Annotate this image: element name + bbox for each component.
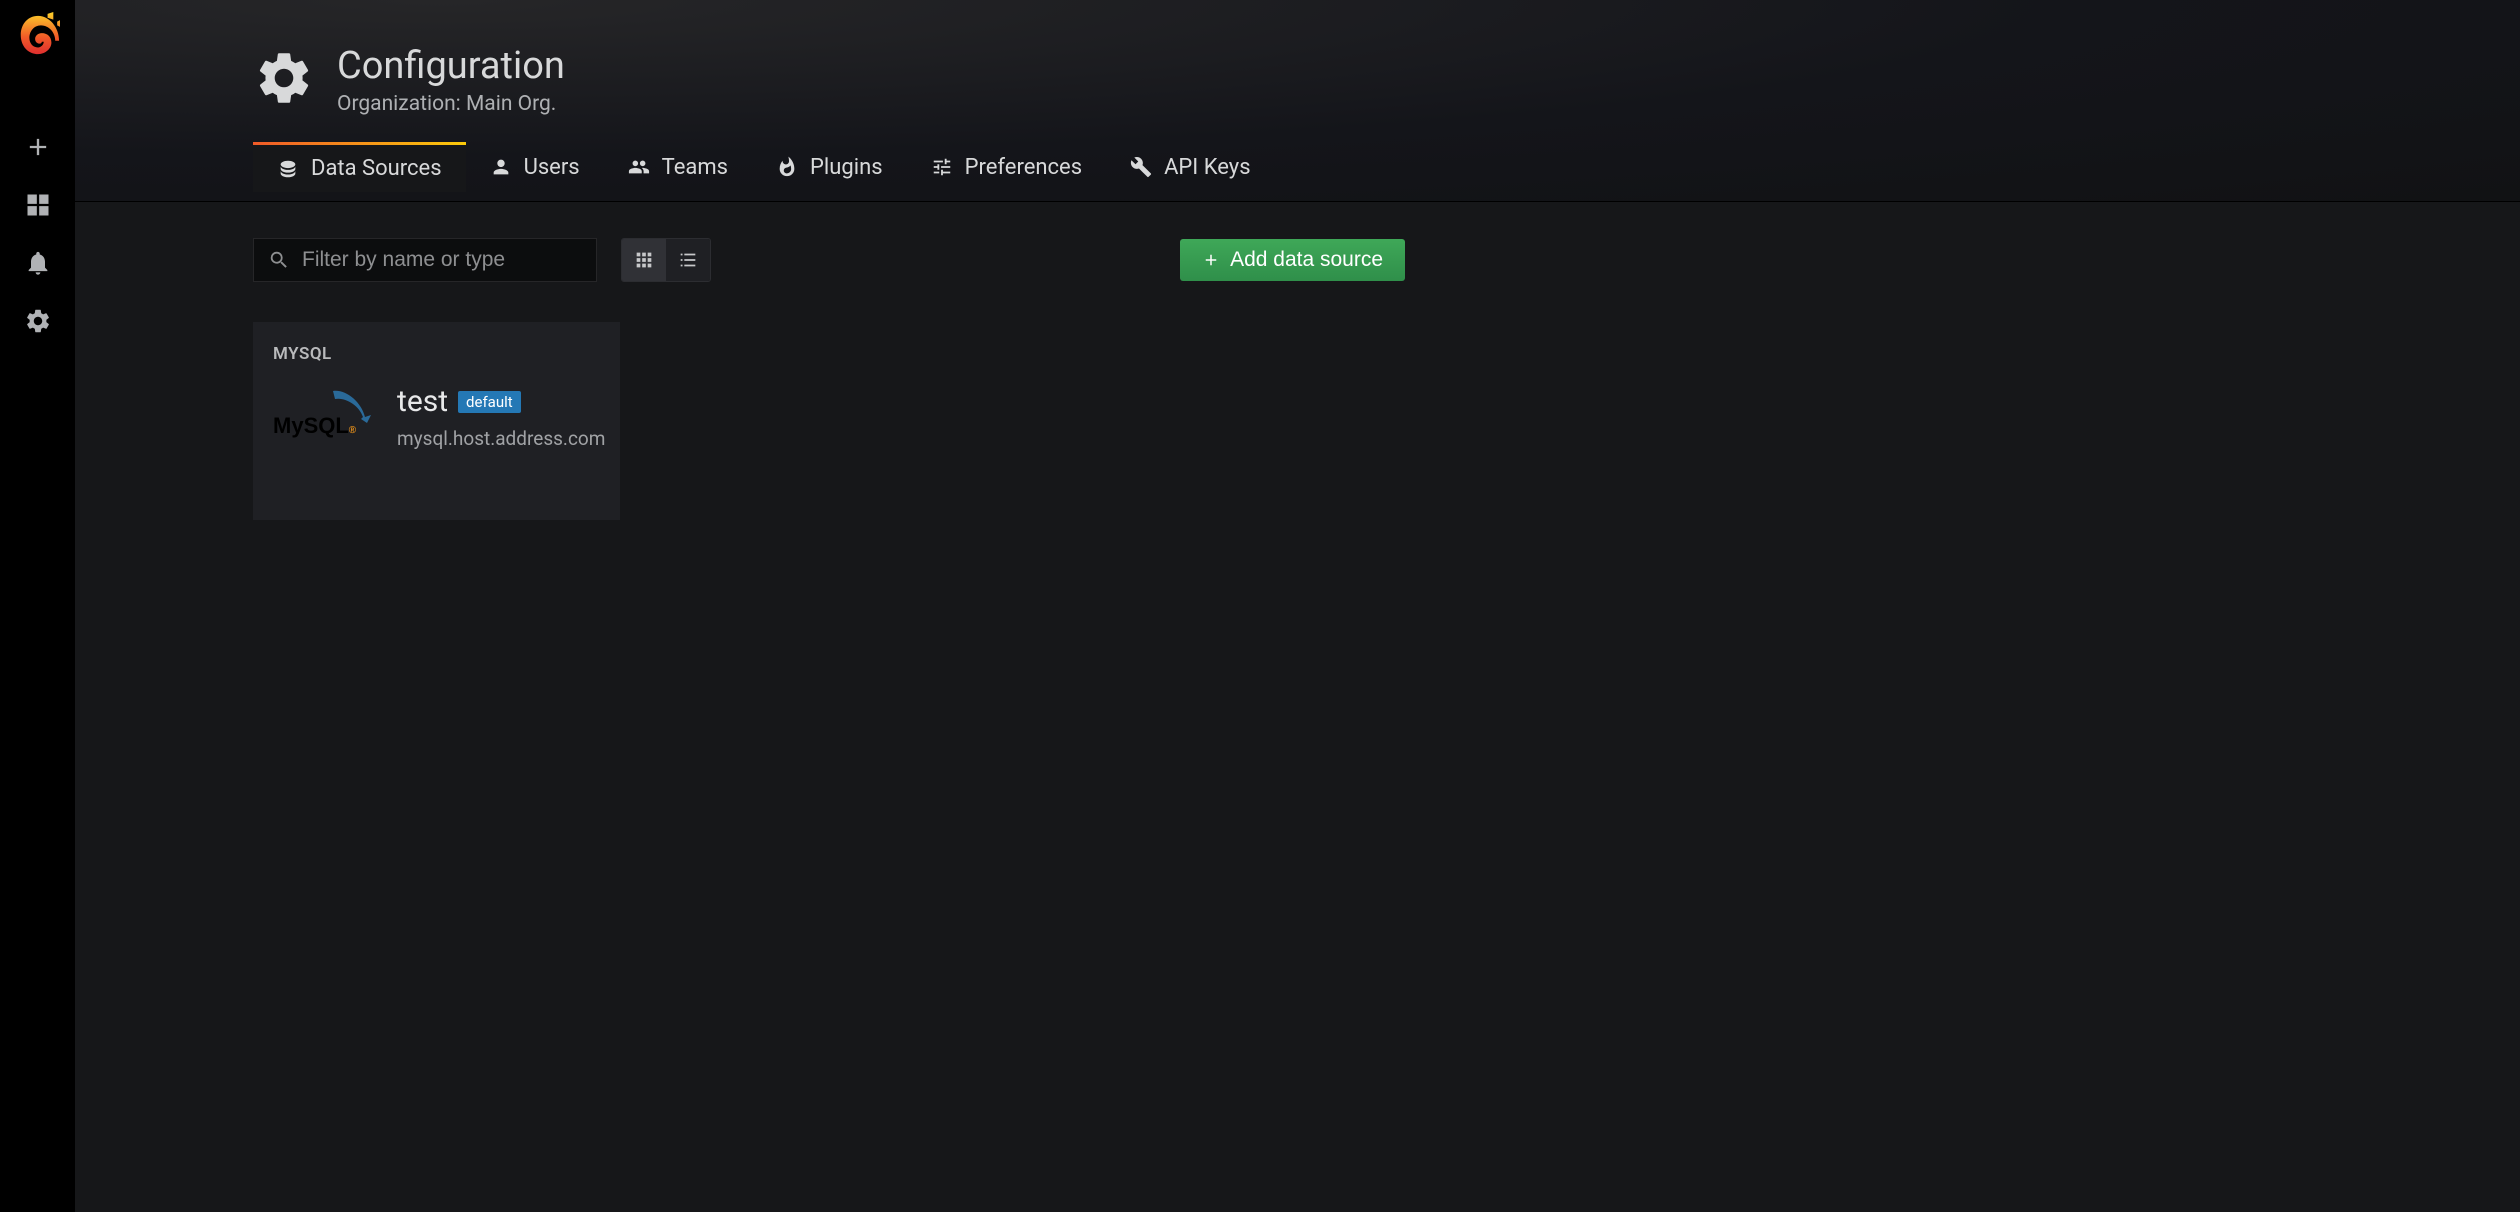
datasource-cards: MYSQL MySQL® test default mysql.host. — [253, 322, 2342, 520]
gear-icon — [253, 47, 315, 113]
sidebar-configuration[interactable] — [0, 292, 75, 350]
page-header: Configuration Organization: Main Org. Da… — [75, 0, 2520, 202]
main: Configuration Organization: Main Org. Da… — [75, 0, 2520, 1212]
datasource-kind: MYSQL — [273, 344, 600, 364]
tab-label: Data Sources — [311, 156, 442, 181]
add-data-source-button[interactable]: Add data source — [1180, 239, 1405, 281]
tab-label: Teams — [662, 155, 728, 180]
search-icon — [268, 249, 290, 271]
users-icon — [628, 156, 650, 178]
add-button-label: Add data source — [1230, 248, 1383, 272]
datasource-url: mysql.host.address.com — [397, 427, 605, 450]
mysql-logo: MySQL® — [273, 385, 377, 449]
toolbar: Add data source — [253, 238, 1405, 282]
bell-icon — [24, 249, 52, 277]
grid-icon — [633, 249, 655, 271]
content: Add data source MYSQL MySQL® test — [75, 202, 2520, 1212]
page-title: Configuration — [337, 44, 565, 88]
tabs: Data Sources Users Teams Plugins Prefere… — [253, 142, 2520, 192]
database-icon — [277, 158, 299, 180]
tab-label: Users — [524, 155, 580, 180]
tab-label: API Keys — [1164, 155, 1251, 180]
tab-plugins[interactable]: Plugins — [752, 142, 907, 192]
apps-icon — [24, 191, 52, 219]
page-subtitle: Organization: Main Org. — [337, 92, 565, 116]
view-toggle — [621, 238, 711, 282]
grafana-logo[interactable] — [15, 12, 61, 58]
tab-label: Plugins — [810, 155, 883, 180]
view-grid-button[interactable] — [622, 239, 666, 281]
tab-preferences[interactable]: Preferences — [907, 142, 1106, 192]
tab-teams[interactable]: Teams — [604, 142, 752, 192]
key-icon — [1130, 156, 1152, 178]
user-icon — [490, 156, 512, 178]
sliders-icon — [931, 156, 953, 178]
gear-icon — [24, 307, 52, 335]
svg-text:MySQL®: MySQL® — [273, 413, 357, 438]
sidebar-add[interactable] — [0, 118, 75, 176]
sidebar — [0, 0, 75, 1212]
plug-icon — [776, 156, 798, 178]
list-icon — [677, 249, 699, 271]
datasource-name: test — [397, 384, 448, 419]
tab-data-sources[interactable]: Data Sources — [253, 142, 466, 192]
tab-users[interactable]: Users — [466, 142, 604, 192]
sidebar-alerting[interactable] — [0, 234, 75, 292]
view-list-button[interactable] — [666, 239, 710, 281]
tab-label: Preferences — [965, 155, 1082, 180]
search-box[interactable] — [253, 238, 597, 282]
datasource-card[interactable]: MYSQL MySQL® test default mysql.host. — [253, 322, 620, 520]
default-badge: default — [458, 391, 521, 413]
search-input[interactable] — [302, 248, 582, 272]
tab-api-keys[interactable]: API Keys — [1106, 142, 1275, 192]
plus-icon — [1202, 251, 1220, 269]
plus-icon — [24, 133, 52, 161]
sidebar-dashboards[interactable] — [0, 176, 75, 234]
